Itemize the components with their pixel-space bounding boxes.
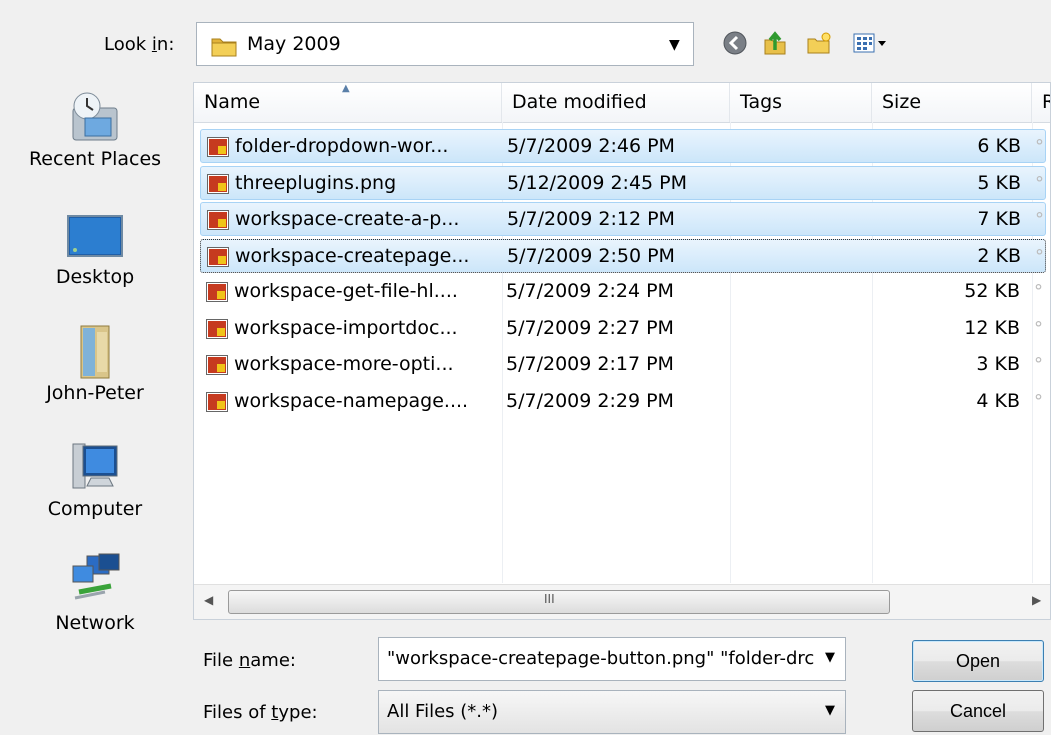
user-folder-icon bbox=[80, 325, 110, 379]
file-size: 5 KB bbox=[977, 171, 1021, 194]
up-folder-icon[interactable] bbox=[762, 30, 788, 56]
file-row[interactable]: workspace-createpage... 5/7/2009 2:50 PM 2… bbox=[200, 238, 1046, 273]
scroll-grip: III bbox=[544, 592, 555, 606]
place-recent-places[interactable]: Recent Places bbox=[0, 88, 190, 170]
file-date: 5/7/2009 2:29 PM bbox=[506, 389, 674, 412]
file-row[interactable]: workspace-get-file-hl.... 5/7/2009 2:24 P… bbox=[200, 275, 1046, 309]
look-in-value: May 2009 bbox=[247, 33, 341, 55]
place-john-peter[interactable]: John-Peter bbox=[0, 322, 190, 404]
place-computer[interactable]: Computer bbox=[0, 438, 190, 520]
place-label: Recent Places bbox=[28, 148, 162, 170]
desktop-icon bbox=[67, 215, 123, 257]
file-name-value: "workspace-createpage-button.png" "folde… bbox=[387, 648, 815, 669]
file-date: 5/7/2009 2:46 PM bbox=[507, 135, 675, 157]
file-name: workspace-namepage.... bbox=[234, 389, 469, 412]
place-label: Computer bbox=[47, 498, 143, 520]
truncated-column-icon: ° bbox=[1035, 209, 1044, 230]
place-label: John-Peter bbox=[46, 382, 144, 404]
file-size: 7 KB bbox=[977, 208, 1021, 230]
files-of-type-value: All Files (*.*) bbox=[387, 701, 499, 722]
file-name: threeplugins.png bbox=[235, 171, 397, 194]
file-date: 5/7/2009 2:17 PM bbox=[506, 353, 674, 375]
file-size: 4 KB bbox=[976, 389, 1020, 412]
file-date: 5/7/2009 2:27 PM bbox=[506, 316, 674, 339]
file-row[interactable]: workspace-namepage.... 5/7/2009 2:29 PM 4 … bbox=[200, 385, 1046, 419]
cancel-button[interactable]: Cancel bbox=[912, 690, 1044, 732]
sort-ascending-icon: ▲ bbox=[342, 83, 350, 94]
file-name-input[interactable]: "workspace-createpage-button.png" "folde… bbox=[378, 637, 846, 681]
look-in-dropdown[interactable]: May 2009 ▼ bbox=[196, 22, 694, 66]
column-header-date[interactable]: Date modified bbox=[502, 83, 730, 122]
place-desktop[interactable]: Desktop bbox=[0, 206, 190, 288]
png-file-icon bbox=[206, 391, 228, 412]
truncated-column-icon: ° bbox=[1034, 317, 1043, 339]
file-name: workspace-createpage... bbox=[235, 244, 470, 267]
file-date: 5/7/2009 2:12 PM bbox=[507, 208, 675, 230]
column-header-row: Name ▲ Date modified Tags Size R bbox=[194, 83, 1050, 123]
file-date: 5/7/2009 2:24 PM bbox=[506, 280, 674, 302]
truncated-column-icon: ° bbox=[1034, 390, 1043, 412]
back-icon[interactable] bbox=[722, 30, 748, 56]
png-file-icon bbox=[207, 137, 229, 157]
file-list[interactable]: Name ▲ Date modified Tags Size R folder-… bbox=[193, 82, 1051, 620]
chevron-down-icon[interactable]: ▼ bbox=[669, 37, 680, 53]
scroll-right-icon[interactable]: ▶ bbox=[1032, 593, 1041, 607]
png-file-icon bbox=[206, 318, 228, 339]
png-file-icon bbox=[207, 210, 229, 230]
file-row[interactable]: workspace-create-a-p... 5/7/2009 2:12 PM 7… bbox=[200, 202, 1046, 236]
horizontal-scrollbar[interactable]: ◀ III ▶ bbox=[194, 584, 1050, 619]
scrollbar-thumb[interactable]: III bbox=[228, 590, 890, 614]
scroll-left-icon[interactable]: ◀ bbox=[204, 593, 213, 607]
file-name: workspace-create-a-p... bbox=[235, 208, 460, 230]
computer-icon bbox=[72, 443, 118, 489]
png-file-icon bbox=[206, 282, 228, 302]
column-header-size[interactable]: Size bbox=[872, 83, 1032, 122]
truncated-column-icon: ° bbox=[1034, 354, 1043, 375]
open-button[interactable]: Open bbox=[912, 640, 1044, 682]
column-header-more[interactable]: R bbox=[1032, 83, 1050, 122]
png-file-icon bbox=[207, 246, 229, 267]
place-network[interactable]: Network bbox=[0, 552, 190, 634]
file-size: 12 KB bbox=[964, 316, 1020, 339]
file-row[interactable]: workspace-importdoc... 5/7/2009 2:27 PM 12… bbox=[200, 312, 1046, 346]
png-file-icon bbox=[207, 173, 229, 194]
files-of-type-dropdown[interactable]: All Files (*.*) ▼ bbox=[378, 690, 846, 734]
file-date: 5/12/2009 2:45 PM bbox=[507, 171, 688, 194]
chevron-down-icon[interactable]: ▼ bbox=[825, 703, 835, 718]
recent-places-icon bbox=[72, 92, 118, 141]
file-size: 52 KB bbox=[964, 280, 1020, 302]
truncated-column-icon: ° bbox=[1035, 172, 1044, 194]
folder-icon bbox=[211, 38, 237, 57]
look-in-label: Look in: bbox=[104, 34, 175, 55]
png-file-icon bbox=[206, 355, 228, 375]
file-name: workspace-more-opti... bbox=[234, 353, 454, 375]
place-label: Network bbox=[55, 612, 135, 634]
file-size: 6 KB bbox=[977, 135, 1021, 157]
truncated-column-icon: ° bbox=[1035, 136, 1044, 157]
views-menu-icon[interactable] bbox=[852, 30, 892, 56]
place-label: Desktop bbox=[55, 266, 135, 288]
file-size: 3 KB bbox=[976, 353, 1020, 375]
file-row[interactable]: workspace-more-opti... 5/7/2009 2:17 PM 3 … bbox=[200, 348, 1046, 382]
file-name: folder-dropdown-wor... bbox=[235, 135, 449, 157]
new-folder-icon[interactable] bbox=[806, 30, 832, 56]
truncated-column-icon: ° bbox=[1035, 245, 1044, 267]
file-name: workspace-get-file-hl.... bbox=[234, 280, 458, 302]
file-date: 5/7/2009 2:50 PM bbox=[507, 244, 675, 267]
file-row[interactable]: folder-dropdown-wor... 5/7/2009 2:46 PM 6 … bbox=[200, 129, 1046, 163]
file-size: 2 KB bbox=[977, 244, 1021, 267]
column-header-tags[interactable]: Tags bbox=[730, 83, 872, 122]
network-icon bbox=[72, 553, 120, 600]
truncated-column-icon: ° bbox=[1034, 281, 1043, 302]
file-row[interactable]: threeplugins.png 5/12/2009 2:45 PM 5 KB ° bbox=[200, 165, 1046, 200]
file-name-label: File name: bbox=[203, 650, 296, 671]
files-of-type-label: Files of type: bbox=[203, 702, 318, 723]
chevron-down-icon[interactable]: ▼ bbox=[825, 650, 835, 665]
file-name: workspace-importdoc... bbox=[234, 316, 458, 339]
